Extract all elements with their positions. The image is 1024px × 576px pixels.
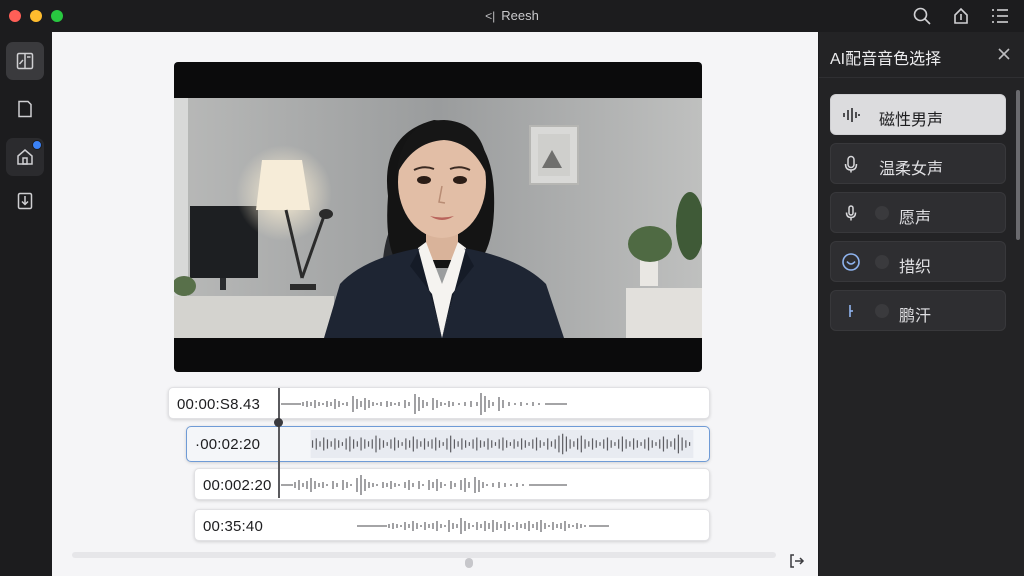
voice-option-magnetic-male[interactable]: 磁性男声 <box>830 94 1006 135</box>
sidebar-item-download[interactable] <box>6 182 44 220</box>
panel-header: AI配音音色选择 <box>819 32 1024 78</box>
close-icon[interactable] <box>996 46 1012 62</box>
track-timestamp: 00:00:S8.43 <box>177 396 261 413</box>
voice-radio[interactable] <box>875 304 889 318</box>
left-sidebar <box>0 32 50 576</box>
voice-label: 磁性男声 <box>879 112 944 129</box>
presenter-image <box>174 98 702 338</box>
audio-track[interactable]: 00:002:20 <box>194 468 710 500</box>
share-icon[interactable] <box>951 6 971 26</box>
app-window: <| Reesh 00:00:S8.43 ·00:02:20 00:002:20… <box>0 0 1024 576</box>
scrollbar-thumb[interactable] <box>465 558 473 568</box>
notification-badge <box>32 140 42 150</box>
export-icon[interactable] <box>788 552 806 570</box>
waveform-icon <box>841 105 861 125</box>
track-timestamp: 00:002:20 <box>203 477 272 494</box>
voice-label: 鹏汗 <box>899 308 932 325</box>
line-icon <box>841 301 861 321</box>
audio-track[interactable]: 00:00:S8.43 <box>168 387 710 419</box>
voice-radio[interactable] <box>875 255 889 269</box>
waveform <box>357 518 609 534</box>
download-icon <box>17 192 33 210</box>
voice-option-5[interactable]: 鹏汗 <box>830 290 1006 331</box>
voice-option-gentle-female[interactable]: 温柔女声 <box>830 143 1006 184</box>
playhead-handle[interactable] <box>274 418 283 427</box>
voice-label: 措织 <box>899 259 932 276</box>
window-title-text: Reesh <box>501 8 539 23</box>
waveform <box>310 430 694 458</box>
audio-track-selected[interactable]: ·00:02:20 <box>186 426 710 462</box>
waveform <box>281 393 567 415</box>
layout-icon <box>16 52 34 70</box>
microphone-small-icon <box>841 203 861 223</box>
home-icon <box>17 149 33 165</box>
track-timestamp: ·00:02:20 <box>195 436 261 453</box>
search-icon[interactable] <box>912 6 932 26</box>
document-icon <box>18 100 32 118</box>
sidebar-item-layout[interactable] <box>6 42 44 80</box>
voice-radio[interactable] <box>875 206 889 220</box>
app-logo-icon: <| <box>485 9 496 23</box>
title-bar: <| Reesh <box>0 0 1024 32</box>
microphone-icon <box>841 154 861 174</box>
window-title: <| Reesh <box>0 8 1024 23</box>
voice-label: 愿声 <box>899 210 932 227</box>
circle-check-icon <box>841 252 861 272</box>
video-frame <box>174 98 702 338</box>
waveform <box>281 475 567 495</box>
voice-selection-panel: AI配音音色选择 磁性男声 温柔女声 愿声 措织 鹏汗 <box>819 32 1024 576</box>
horizontal-scrollbar[interactable] <box>72 552 776 558</box>
sidebar-item-document[interactable] <box>6 90 44 128</box>
list-icon[interactable] <box>990 6 1010 26</box>
video-preview[interactable] <box>174 62 702 372</box>
voice-option-3[interactable]: 愿声 <box>830 192 1006 233</box>
panel-title: AI配音音色选择 <box>830 51 942 68</box>
sidebar-item-home[interactable] <box>6 138 44 176</box>
panel-scrollbar[interactable] <box>1016 90 1020 240</box>
audio-track[interactable]: 00:35:40 <box>194 509 710 541</box>
voice-label: 温柔女声 <box>879 161 944 178</box>
track-timestamp: 00:35:40 <box>203 518 263 535</box>
editor-canvas: 00:00:S8.43 ·00:02:20 00:002:20 00:35:40 <box>52 32 818 576</box>
voice-option-4[interactable]: 措织 <box>830 241 1006 282</box>
playhead[interactable] <box>278 388 280 498</box>
